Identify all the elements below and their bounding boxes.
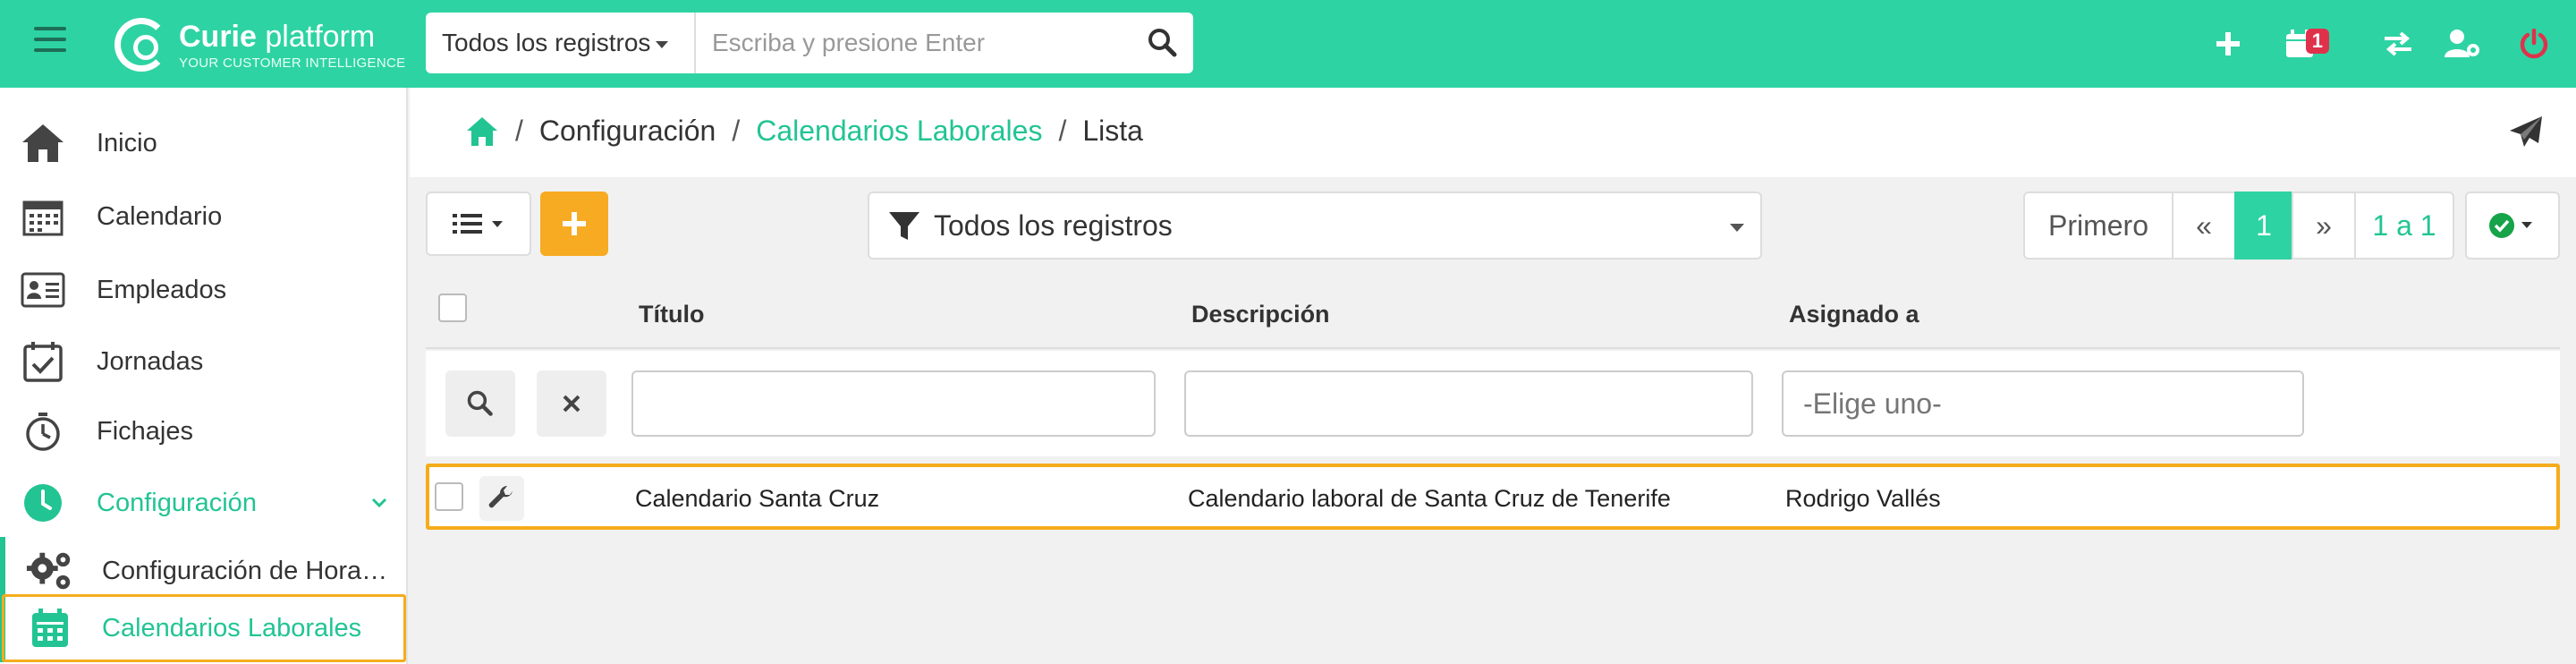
close-icon [563, 395, 580, 413]
filter-row [426, 351, 2560, 456]
sidebar-item-label: Fichajes [97, 416, 193, 446]
calendar-notifications-button[interactable]: 1 [2275, 20, 2329, 68]
menu-toggle-icon[interactable] [34, 27, 66, 59]
sidebar-item-calendario[interactable]: Calendario [0, 181, 408, 252]
cell-asignado: Rodrigo Vallés [1785, 485, 1941, 512]
breadcrumb-bar: / Configuración / Calendarios Laborales … [410, 88, 2576, 177]
filter-asignado-select[interactable] [1782, 370, 2304, 437]
search-icon[interactable] [1147, 27, 1179, 59]
user-settings-icon[interactable] [2438, 20, 2487, 68]
pager-first[interactable]: Primero [2023, 192, 2174, 260]
pagination: Primero « 1 » 1 a 1 [2023, 192, 2454, 260]
table-row[interactable]: Calendario Santa Cruz Calendario laboral… [426, 464, 2560, 530]
sidebar-item-empleados[interactable]: Empleados [0, 254, 408, 326]
stopwatch-icon [18, 406, 68, 456]
apply-filter-button[interactable] [445, 370, 515, 437]
id-card-icon [18, 265, 68, 315]
records-filter-select[interactable]: Todos los registros [868, 192, 1762, 260]
filter-icon [889, 212, 919, 240]
table-header: Título Descripción Asignado a [426, 279, 2560, 349]
edit-record-button[interactable] [479, 476, 524, 521]
sidebar: Inicio Calendario Empleados Jornadas Fic… [0, 88, 408, 664]
caret-down-icon [1730, 224, 1744, 232]
sidebar-item-inicio[interactable]: Inicio [0, 107, 408, 179]
sidebar-item-label: Configuración [97, 488, 257, 517]
calendar-icon [18, 192, 68, 242]
list-toolbar: Todos los registros Primero « 1 » 1 a 1 [410, 177, 2576, 277]
breadcrumb-configuracion[interactable]: Configuración [539, 115, 716, 148]
sidebar-item-label: Inicio [97, 128, 157, 157]
pager-next[interactable]: » [2292, 192, 2356, 260]
sidebar-item-label: Calendario [97, 201, 223, 231]
chevron-down-icon [371, 498, 387, 508]
power-icon[interactable] [2510, 20, 2558, 68]
select-all-checkbox[interactable] [438, 294, 467, 322]
breadcrumb-lista: Lista [1082, 115, 1143, 147]
global-search: Todos los registros [426, 13, 1193, 73]
plus-icon[interactable] [2204, 20, 2252, 68]
sidebar-item-configuracion[interactable]: Configuración [0, 467, 408, 539]
app-logo[interactable]: Curie platform YOUR CUSTOMER INTELLIGENC… [114, 16, 405, 73]
pager-current[interactable]: 1 [2234, 192, 2293, 260]
caret-down-icon [656, 40, 669, 48]
logo-name: Curie platform [179, 20, 376, 54]
row-checkbox[interactable] [435, 482, 463, 511]
sidebar-item-label: Configuración de Hora… [102, 556, 388, 585]
search-icon [467, 390, 493, 416]
calendar-check-icon [18, 336, 68, 387]
notification-badge: 1 [2305, 29, 2329, 54]
pager-prev[interactable]: « [2172, 192, 2236, 260]
search-scope-select[interactable]: Todos los registros [426, 13, 696, 73]
list-icon [453, 214, 503, 234]
column-header-titulo[interactable]: Título [639, 301, 704, 328]
sidebar-item-fichajes[interactable]: Fichajes [0, 396, 408, 467]
filter-descripcion-input[interactable] [1184, 370, 1753, 437]
exchange-icon[interactable] [2374, 20, 2422, 68]
filter-titulo-input[interactable] [631, 370, 1156, 437]
clock-icon [18, 478, 68, 528]
wrench-icon [488, 486, 513, 508]
paper-plane-icon[interactable] [2508, 115, 2544, 150]
search-input[interactable] [712, 13, 1123, 73]
sidebar-item-label: Empleados [97, 275, 227, 304]
sidebar-item-label: Jornadas [97, 346, 204, 376]
plus-icon [563, 212, 586, 235]
column-header-descripcion[interactable]: Descripción [1191, 301, 1330, 328]
top-bar: Curie platform YOUR CUSTOMER INTELLIGENC… [0, 0, 2576, 88]
pager-count: 1 a 1 [2354, 192, 2454, 260]
cell-descripcion: Calendario laboral de Santa Cruz de Tene… [1188, 485, 1671, 512]
bulk-actions-button[interactable] [2465, 192, 2560, 260]
logo-mark-icon [114, 18, 168, 72]
gears-icon [25, 546, 75, 596]
home-icon [18, 118, 68, 168]
column-header-asignado[interactable]: Asignado a [1789, 301, 1919, 328]
view-mode-button[interactable] [426, 192, 531, 256]
breadcrumb: / Configuración / Calendarios Laborales … [465, 115, 1143, 148]
add-record-button[interactable] [540, 192, 608, 256]
selection-highlight [2, 594, 406, 662]
sidebar-item-jornadas[interactable]: Jornadas [0, 326, 408, 397]
check-circle-icon [2489, 213, 2532, 238]
clear-filter-button[interactable] [537, 370, 606, 437]
home-icon[interactable] [465, 115, 499, 148]
breadcrumb-calendarios-laborales[interactable]: Calendarios Laborales [756, 115, 1042, 148]
logo-tagline: YOUR CUSTOMER INTELLIGENCE [179, 55, 406, 71]
cell-titulo[interactable]: Calendario Santa Cruz [635, 485, 879, 513]
